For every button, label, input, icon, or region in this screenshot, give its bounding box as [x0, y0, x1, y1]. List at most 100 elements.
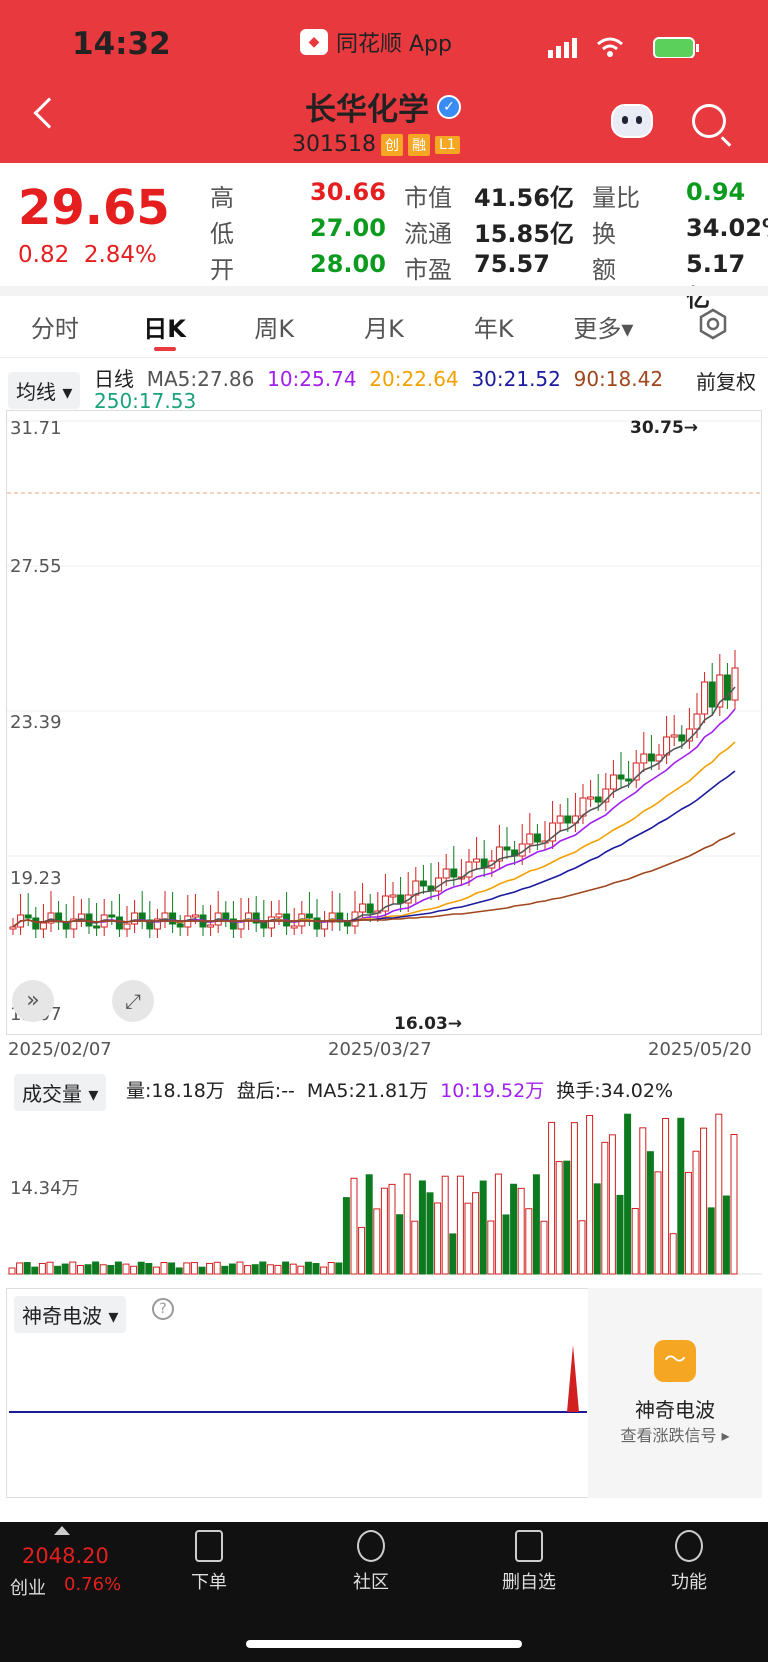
- volume-bar: [16, 1262, 24, 1275]
- volume-bar: [46, 1261, 54, 1275]
- wave-signal-card[interactable]: 〜 神奇电波 查看涨跌信号 ▸: [588, 1288, 762, 1498]
- volume-bar: [502, 1214, 510, 1275]
- search-icon[interactable]: [692, 104, 726, 138]
- line-type-label: 日线: [94, 367, 134, 391]
- tab-intraday[interactable]: 分时: [0, 309, 110, 344]
- axis-label-2: 27.55: [10, 556, 62, 577]
- ma-line: [12, 686, 736, 928]
- volume-bar: [107, 1264, 115, 1275]
- volume-bar: [494, 1173, 502, 1275]
- kline-panel[interactable]: [6, 410, 763, 1035]
- volume-bar: [646, 1151, 654, 1275]
- assistant-robot-icon[interactable]: [611, 104, 653, 138]
- tab-daily-k[interactable]: 日K: [110, 309, 220, 351]
- collapse-up-icon[interactable]: [54, 1526, 70, 1535]
- volume-bar: [570, 1122, 578, 1275]
- candle-body: [39, 922, 47, 930]
- volume-panel[interactable]: [6, 1070, 762, 1278]
- status-time: 14:32: [72, 26, 171, 62]
- volume-bar: [730, 1133, 738, 1275]
- candle-body: [419, 880, 427, 887]
- help-icon[interactable]: ?: [152, 1298, 174, 1320]
- wave-link[interactable]: 查看涨跌信号 ▸: [588, 1422, 762, 1446]
- candle-body: [366, 903, 374, 914]
- volume-bar: [608, 1134, 616, 1275]
- nav-functions[interactable]: 功能: [644, 1530, 734, 1594]
- volume-bar: [692, 1150, 700, 1275]
- status-icons: [548, 36, 718, 59]
- volume-bar: [639, 1127, 647, 1275]
- stock-name: 长华化学: [305, 92, 429, 128]
- volume-bar: [715, 1113, 723, 1275]
- volume-bar: [700, 1127, 708, 1275]
- volume-bar: [525, 1208, 533, 1275]
- candle-body: [465, 861, 473, 878]
- volume-bar: [517, 1187, 525, 1275]
- volume-bar: [631, 1207, 639, 1275]
- tab-monthly-k[interactable]: 月K: [329, 309, 439, 344]
- chart-settings-icon[interactable]: [658, 308, 768, 346]
- volume-bar: [168, 1262, 176, 1275]
- menu-icon: [675, 1530, 703, 1562]
- volume-bar: [84, 1264, 92, 1275]
- candle-body: [556, 815, 564, 824]
- volume-bar: [114, 1261, 122, 1275]
- wave-title: 神奇电波: [635, 1398, 715, 1422]
- signal-wifi-battery-icon: [548, 37, 699, 59]
- stat-value-3: 27.00: [310, 214, 386, 242]
- tab-yearly-k[interactable]: 年K: [439, 309, 549, 344]
- divider: [0, 286, 768, 296]
- expand-icon[interactable]: »: [12, 980, 54, 1022]
- app-name: 同花顺 App: [336, 32, 452, 57]
- candle-body: [678, 734, 686, 742]
- volume-bar: [563, 1160, 571, 1275]
- stock-title: 长华化学 ✓: [305, 84, 461, 129]
- volume-bar: [418, 1180, 426, 1275]
- volume-bar: [510, 1183, 518, 1275]
- volume-bar: [464, 1202, 472, 1275]
- wave-selector[interactable]: 神奇电波 ▾: [14, 1296, 127, 1333]
- candle-body: [138, 912, 146, 921]
- period-tabs: 分时 日K 周K 月K 年K 更多▾: [0, 296, 768, 358]
- nav-community[interactable]: 社区: [326, 1530, 416, 1594]
- volume-bar: [236, 1261, 244, 1275]
- fullscreen-icon[interactable]: ⤢: [112, 980, 154, 1022]
- ma-selector[interactable]: 均线 ▾: [8, 372, 81, 409]
- tab-more[interactable]: 更多▾: [549, 309, 659, 344]
- volume-bar: [540, 1220, 548, 1275]
- stat-value-7: 75.57: [474, 250, 550, 278]
- stat-key-2: 量比: [592, 184, 640, 212]
- nav-order[interactable]: 下单: [164, 1530, 254, 1594]
- tag-chuang: 创: [380, 133, 403, 156]
- candle-body: [617, 774, 625, 780]
- candle-body: [533, 833, 541, 843]
- candle-body: [640, 753, 648, 764]
- volume-bar: [335, 1262, 343, 1275]
- volume-bar: [684, 1171, 692, 1275]
- volume-bar: [320, 1266, 328, 1275]
- volume-bar: [8, 1267, 16, 1275]
- volume-bar: [677, 1117, 685, 1275]
- volume-bar: [654, 1171, 662, 1275]
- candle-body: [450, 868, 458, 878]
- candle-body: [207, 924, 215, 928]
- volume-bar: [259, 1261, 267, 1275]
- candle-body: [275, 913, 283, 918]
- tab-weekly-k[interactable]: 周K: [219, 309, 329, 344]
- index-value: 2048.20: [22, 1544, 109, 1568]
- adjust-mode[interactable]: 前复权: [696, 366, 756, 395]
- ma90-value: 90:18.42: [573, 367, 664, 391]
- volume-bar: [251, 1264, 259, 1275]
- volume-bar: [160, 1262, 168, 1275]
- nav-remove-watchlist[interactable]: 删自选: [484, 1530, 574, 1594]
- date-end: 2025/05/20: [648, 1039, 752, 1060]
- candle-body: [526, 833, 534, 845]
- volume-bar: [601, 1141, 609, 1275]
- volume-bar: [388, 1183, 396, 1275]
- volume-bar: [221, 1265, 229, 1275]
- volume-bar: [434, 1202, 442, 1275]
- volume-bar: [190, 1262, 198, 1275]
- change-percent: 2.84%: [83, 242, 157, 268]
- candle-body: [305, 913, 313, 919]
- volume-bar: [244, 1265, 252, 1275]
